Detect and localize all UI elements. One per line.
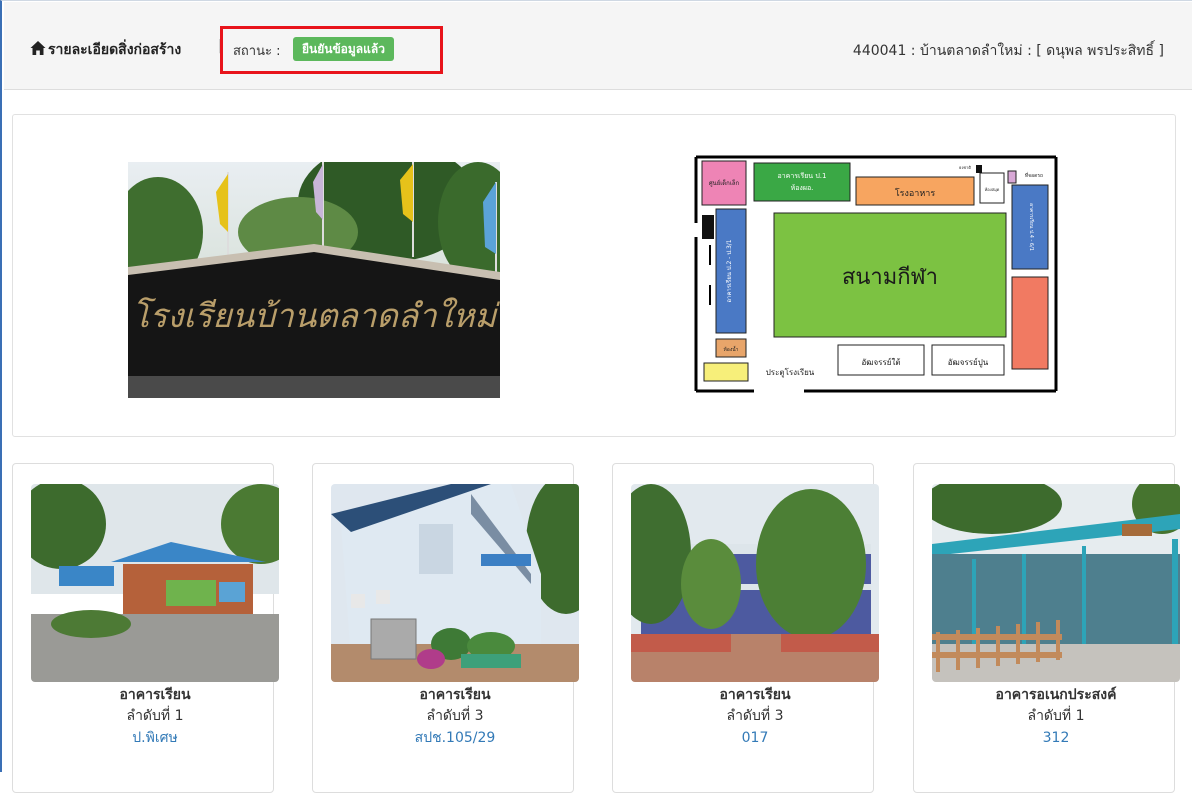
status-badge: ยืนยันข้อมูลแล้ว (293, 37, 394, 61)
building-card-4[interactable]: อาคารอเนกประสงค์ ลำดับที่ 1 312 (913, 463, 1180, 793)
map-label-field: สนามกีฬา (842, 265, 938, 290)
building-code-link[interactable]: สปช.105/29 (313, 727, 597, 749)
building-order: ลำดับที่ 1 (1027, 708, 1085, 724)
map-label-stage-right: อัฒจรรย์ปูน (948, 357, 989, 368)
page-title: รายละเอียดสิ่งก่อสร้าง (48, 42, 182, 58)
map-label-canteen: โรงอาหาร (895, 188, 936, 199)
map-label-gate: ประตูโรงเรียน (766, 367, 815, 378)
school-info: 440041 : บ้านตลาดลำใหม่ : [ ดนุพล พรประส… (852, 43, 1164, 59)
building-name: อาคารเรียน (419, 687, 491, 703)
page-frame: รายละเอียดสิ่งก่อสร้าง | สถานะ : ยืนยันข… (0, 0, 1192, 793)
map-label-right-building: อาคารเรียน ป.4 - 6/1 (1028, 203, 1035, 251)
map-label-building-top: อาคารเรียน ป.1 (778, 172, 827, 180)
building-name: อาคารเรียน (719, 687, 791, 703)
building-card-2-text: อาคารเรียน ลำดับที่ 3 สปช.105/29 (313, 685, 597, 749)
map-label-flag: ธงชาติ (959, 165, 971, 170)
building-name: อาคารอเนกประสงค์ (995, 687, 1117, 703)
school-overview-panel: โรงเรียนบ้านตลาดลำใหม่ ศูนย์เด็กเล็ก อาค… (12, 114, 1176, 437)
building-code-link[interactable]: ป.พิเศษ (13, 727, 297, 749)
building-card-3[interactable]: อาคารเรียน ลำดับที่ 3 017 (612, 463, 879, 793)
status-label: สถานะ : (233, 44, 281, 59)
building-code-link[interactable]: 312 (914, 727, 1192, 749)
building-card-2[interactable]: อาคารเรียน ลำดับที่ 3 สปช.105/29 (312, 463, 579, 793)
building-photo-3[interactable] (631, 484, 879, 682)
map-label-left-building: อาคารเรียน ป.2 - ป.3/1 (725, 239, 733, 302)
map-label-stage-left: อัฒจรรย์ใต้ (861, 357, 900, 367)
building-photo-2[interactable] (331, 484, 579, 682)
school-sign-photo[interactable]: โรงเรียนบ้านตลาดลำใหม่ (128, 162, 500, 398)
building-card-3-text: อาคารเรียน ลำดับที่ 3 017 (613, 685, 897, 749)
building-order: ลำดับที่ 3 (726, 708, 784, 724)
building-code-link[interactable]: 017 (613, 727, 897, 749)
page-header: รายละเอียดสิ่งก่อสร้าง | สถานะ : ยืนยันข… (4, 2, 1192, 90)
building-photo-1[interactable] (31, 484, 279, 682)
map-label-building-top-2: ห้องผอ. (791, 184, 814, 192)
map-label-child-center: ศูนย์เด็กเล็ก (709, 178, 740, 187)
building-card-1-text: อาคารเรียน ลำดับที่ 1 ป.พิเศษ (13, 685, 297, 749)
building-order: ลำดับที่ 3 (426, 708, 484, 724)
building-card-4-text: อาคารอเนกประสงค์ ลำดับที่ 1 312 (914, 685, 1192, 749)
sign-text: โรงเรียนบ้านตลาดลำใหม่ (132, 296, 500, 335)
school-map-diagram[interactable]: ศูนย์เด็กเล็ก อาคารเรียน ป.1 ห้องผอ. โรง… (694, 155, 1058, 395)
building-order: ลำดับที่ 1 (126, 708, 184, 724)
building-name: อาคารเรียน (119, 687, 191, 703)
home-icon[interactable] (30, 40, 46, 56)
map-label-parking: ที่จอดรถ (1025, 172, 1043, 179)
building-card-1[interactable]: อาคารเรียน ลำดับที่ 1 ป.พิเศษ (12, 463, 279, 793)
building-photo-4[interactable] (932, 484, 1180, 682)
